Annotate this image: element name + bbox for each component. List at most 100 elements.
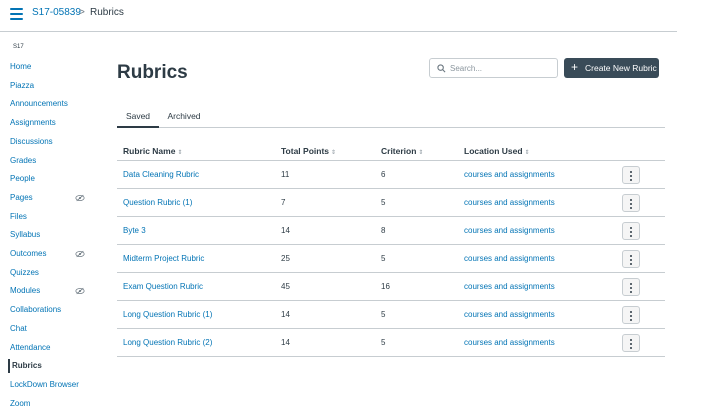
sidebar-item-label: Syllabus [10,230,41,240]
sidebar-item-label: Home [10,62,32,71]
sidebar-item-files[interactable]: Files [8,210,90,224]
location-used-link[interactable]: courses and assignments [464,282,555,291]
kebab-icon[interactable] [622,278,640,296]
total-points-cell: 14 [281,310,290,319]
location-used-link[interactable]: courses and assignments [464,338,555,347]
eye-slash-icon [75,194,85,202]
search-icon [437,64,446,73]
sidebar-item-lockdown-browser[interactable]: LockDown Browser [8,378,90,392]
total-points-cell: 25 [281,254,290,263]
sidebar-item-label: Zoom [10,398,31,408]
total-points-cell: 14 [281,338,290,347]
criterion-cell: 5 [381,310,386,319]
sidebar-item-label: Pages [10,192,33,202]
sidebar-item-label: Attendance [10,342,51,352]
sort-icon: ⇕ [177,150,183,156]
breadcrumb-separator-icon: > [79,7,85,18]
sidebar-item-collaborations[interactable]: Collaborations [8,303,90,317]
kebab-icon[interactable] [622,250,640,268]
eye-slash-icon [75,250,85,258]
rubric-name-link[interactable]: Exam Question Rubric [123,282,203,291]
column-header-location-used[interactable]: Location Used ⇕ [464,146,530,156]
sidebar-item-label: Announcements [10,99,68,109]
search-input[interactable] [450,62,554,75]
criterion-cell: 5 [381,198,386,207]
page-title: Rubrics [117,62,188,83]
course-term: S17 [13,44,24,50]
column-header-rubric-name[interactable]: Rubric Name ⇕ [123,146,182,156]
sidebar-item-modules[interactable]: Modules [8,284,90,298]
top-bar: S17-05839 > Rubrics [0,0,677,32]
tab-saved[interactable]: Saved [117,106,159,128]
rubric-tabs: Saved Archived [117,106,665,128]
criterion-cell: 8 [381,226,386,235]
table-header: Rubric Name ⇕ Total Points ⇕ Criterion ⇕ Lo… [117,140,665,161]
sidebar-item-quizzes[interactable]: Quizzes [8,266,90,280]
column-header-total-points[interactable]: Total Points ⇕ [281,146,336,156]
kebab-icon[interactable] [622,166,640,184]
sidebar-item-rubrics[interactable]: Rubrics [8,359,90,374]
total-points-cell: 7 [281,198,286,207]
sidebar-item-chat[interactable]: Chat [8,322,90,336]
rubric-name-link[interactable]: Long Question Rubric (2) [123,338,212,347]
sort-icon: ⇕ [331,150,337,156]
table-row: Exam Question Rubric 45 16 courses and assi… [117,273,665,301]
table-row: Question Rubric (1) 7 5 courses and assignm… [117,189,665,217]
create-new-rubric-button[interactable]: + Create New Rubric [564,58,659,78]
breadcrumb-course[interactable]: S17-05839 [32,7,81,18]
total-points-cell: 45 [281,282,290,291]
table-row: Long Question Rubric (2) 14 5 courses and a… [117,329,665,357]
location-used-link[interactable]: courses and assignments [464,254,555,263]
sidebar-item-label: Discussions [10,136,53,146]
sidebar-item-label: Grades [10,155,37,165]
criterion-cell: 5 [381,254,386,263]
sidebar-item-assignments[interactable]: Assignments [8,116,90,130]
criterion-cell: 6 [381,170,386,179]
sidebar-item-home[interactable]: Home [8,60,90,74]
rubric-name-link[interactable]: Midterm Project Rubric [123,254,204,263]
sidebar-item-label: Files [10,211,27,221]
hamburger-icon[interactable] [10,8,23,20]
sidebar-item-people[interactable]: People [8,172,90,186]
rubric-name-link[interactable]: Question Rubric (1) [123,198,192,207]
sidebar-item-label: Rubrics [12,361,42,371]
rubric-name-link[interactable]: Byte 3 [123,226,146,235]
total-points-cell: 14 [281,226,290,235]
location-used-link[interactable]: courses and assignments [464,170,555,179]
sidebar-item-label: Collaborations [10,305,62,315]
sidebar-item-label: People [10,174,35,184]
table-row: Data Cleaning Rubric 11 6 courses and assig… [117,161,665,189]
rubric-name-link[interactable]: Long Question Rubric (1) [123,310,212,319]
sidebar-item-label: LockDown Browser [10,379,79,389]
criterion-cell: 5 [381,338,386,347]
search-box[interactable] [429,58,558,78]
sidebar-item-piazza[interactable]: Piazza [8,79,90,93]
sidebar-item-label: Quizzes [10,267,39,277]
sidebar-item-label: Outcomes [10,249,47,258]
sidebar-item-label: Chat [10,323,27,333]
kebab-icon[interactable] [622,306,640,324]
breadcrumb-current: Rubrics [90,7,124,18]
sidebar-item-outcomes[interactable]: Outcomes [8,247,90,261]
sidebar-item-grades[interactable]: Grades [8,154,90,168]
column-header-criterion[interactable]: Criterion ⇕ [381,146,423,156]
table-row: Long Question Rubric (1) 14 5 courses and a… [117,301,665,329]
kebab-icon[interactable] [622,222,640,240]
kebab-icon[interactable] [622,334,640,352]
create-new-rubric-label: Create New Rubric [585,63,657,73]
location-used-link[interactable]: courses and assignments [464,226,555,235]
rubric-name-link[interactable]: Data Cleaning Rubric [123,170,199,179]
location-used-link[interactable]: courses and assignments [464,310,555,319]
location-used-link[interactable]: courses and assignments [464,198,555,207]
sidebar-item-announcements[interactable]: Announcements [8,97,90,111]
kebab-icon[interactable] [622,194,640,212]
sidebar-item-discussions[interactable]: Discussions [8,135,90,149]
eye-slash-icon [75,288,85,295]
plus-icon: + [571,60,579,74]
sidebar-item-pages[interactable]: Pages [8,191,90,205]
table-row: Byte 3 14 8 courses and assignments [117,217,665,245]
tab-archived[interactable]: Archived [163,106,205,128]
sidebar-item-syllabus[interactable]: Syllabus [8,228,90,242]
sidebar-item-attendance[interactable]: Attendance [8,341,90,355]
sidebar-item-zoom[interactable]: Zoom [8,397,90,411]
